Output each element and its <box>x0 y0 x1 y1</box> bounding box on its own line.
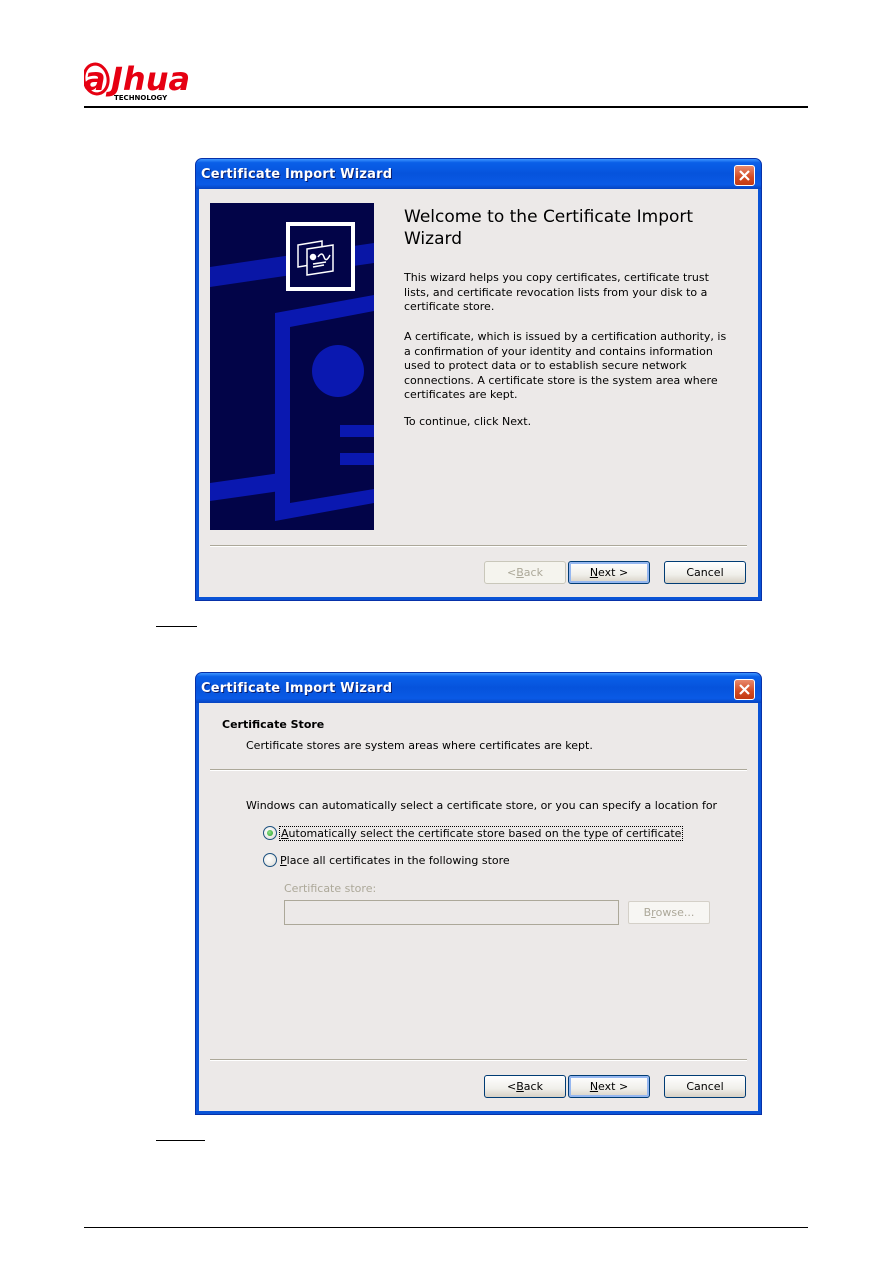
header-rule <box>84 106 808 108</box>
close-button[interactable] <box>734 679 755 700</box>
divider <box>210 769 747 771</box>
divider <box>210 545 747 547</box>
radio-place-in-store[interactable]: Place all certificates in the following … <box>263 853 510 867</box>
welcome-paragraph: A certificate, which is issued by a cert… <box>404 330 727 402</box>
welcome-heading: Welcome to the Certificate Import Wizard <box>404 207 694 249</box>
cancel-button[interactable]: Cancel <box>664 561 746 584</box>
close-icon <box>739 170 750 181</box>
divider <box>210 1059 747 1061</box>
wizard-side-banner <box>210 203 374 530</box>
intro-text: Windows can automatically select a certi… <box>246 799 718 812</box>
window-title: Certificate Import Wizard <box>201 166 393 182</box>
page-subheading: Certificate stores are system areas wher… <box>246 739 593 752</box>
title-bar[interactable]: Certificate Import Wizard <box>196 673 761 703</box>
brand-logo: a Jhua TECHNOLOGY <box>84 62 214 102</box>
back-button[interactable]: < Back <box>484 561 566 584</box>
radio-auto-select[interactable]: Automatically select the certificate sto… <box>263 825 684 841</box>
close-button[interactable] <box>734 165 755 186</box>
certificate-store-label: Certificate store: <box>284 882 377 895</box>
browse-button[interactable]: Br owse... <box>628 901 710 924</box>
wizard-dialog-welcome: Certificate Import Wizard Welcome to the… <box>195 158 762 601</box>
radio-label[interactable]: Automatically select the certificate sto… <box>278 825 684 841</box>
title-bar[interactable]: Certificate Import Wizard <box>196 159 761 189</box>
logo-tagline: TECHNOLOGY <box>114 94 168 102</box>
step-marker <box>156 626 197 627</box>
page-heading: Certificate Store <box>222 718 325 731</box>
footer-rule <box>84 1227 808 1228</box>
radio-button-unchecked[interactable] <box>263 853 277 867</box>
step-marker <box>156 1140 205 1141</box>
window-title: Certificate Import Wizard <box>201 680 393 696</box>
dialog-body: Certificate Store Certificate stores are… <box>199 703 758 1111</box>
cancel-button[interactable]: Cancel <box>664 1075 746 1098</box>
next-button[interactable]: Next > <box>568 1075 650 1098</box>
radio-label[interactable]: Place all certificates in the following … <box>280 854 510 867</box>
radio-button-checked[interactable] <box>263 826 277 840</box>
next-button[interactable]: Next > <box>568 561 650 584</box>
welcome-paragraph: This wizard helps you copy certificates,… <box>404 271 709 314</box>
certificate-store-input[interactable] <box>284 900 619 925</box>
dialog-body: Welcome to the Certificate Import Wizard… <box>199 189 758 597</box>
svg-text:Jhua: Jhua <box>105 62 190 98</box>
close-icon <box>739 684 750 695</box>
welcome-paragraph: To continue, click Next. <box>404 415 532 428</box>
wizard-dialog-certificate-store: Certificate Import Wizard Certificate St… <box>195 672 762 1115</box>
back-button[interactable]: < Back <box>484 1075 566 1098</box>
